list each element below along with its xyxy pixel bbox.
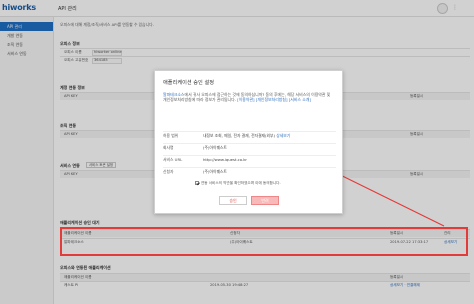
applicant-label: 신청자 bbox=[163, 169, 174, 174]
consent-checkbox[interactable] bbox=[195, 181, 199, 185]
url-label: 서비스 URL bbox=[163, 157, 183, 162]
modal-row-scope: 허용 범위 내정보 조회, 메일, 전자 결재, 전자결재(외부) 상세보기 bbox=[163, 131, 336, 139]
company-value: (주)아이퀘스트 bbox=[203, 145, 227, 150]
modal-title: 애플리케이션 승인 설정 bbox=[163, 80, 215, 86]
service-intro-link[interactable]: [서비스 소개] bbox=[289, 97, 311, 102]
modal-app-name: 알파테크소스 bbox=[163, 92, 185, 97]
consent-text: 연동 서비스의 약관을 확인하였으며 이에 동의합니다. bbox=[201, 181, 281, 185]
modal-description: 알파테크소스에서 귀사 오피스에 접근하는 것에 동의하십니까? 동의 후에는,… bbox=[163, 92, 335, 103]
url-value: http://www.iquest.co.kr bbox=[203, 157, 247, 162]
scope-label: 허용 범위 bbox=[163, 133, 179, 138]
approval-modal: 애플리케이션 승인 설정 알파테크소스에서 귀사 오피스에 접근하는 것에 동의… bbox=[154, 70, 343, 214]
modal-row-url: 서비스 URL http://www.iquest.co.kr bbox=[163, 155, 336, 163]
consent-row: 연동 서비스의 약관을 확인하였으며 이에 동의합니다. bbox=[195, 181, 281, 186]
scope-detail-link[interactable]: 상세보기 bbox=[276, 133, 290, 138]
applicant-value: (주)아이퀘스트 bbox=[203, 169, 227, 174]
modal-row-applicant: 신청자 (주)아이퀘스트 bbox=[163, 167, 336, 175]
terms-link[interactable]: [이용약관] bbox=[237, 97, 254, 102]
reject-button[interactable]: 반려 bbox=[251, 196, 279, 205]
privacy-link[interactable]: [개인정보처리방침] bbox=[256, 97, 288, 102]
modal-row-company: 회사명 (주)아이퀘스트 bbox=[163, 143, 336, 151]
scope-value: 내정보 조회, 메일, 전자 결재, 전자결재(외부) 상세보기 bbox=[203, 133, 291, 138]
approve-button[interactable]: 승인 bbox=[219, 196, 247, 205]
company-label: 회사명 bbox=[163, 145, 174, 150]
